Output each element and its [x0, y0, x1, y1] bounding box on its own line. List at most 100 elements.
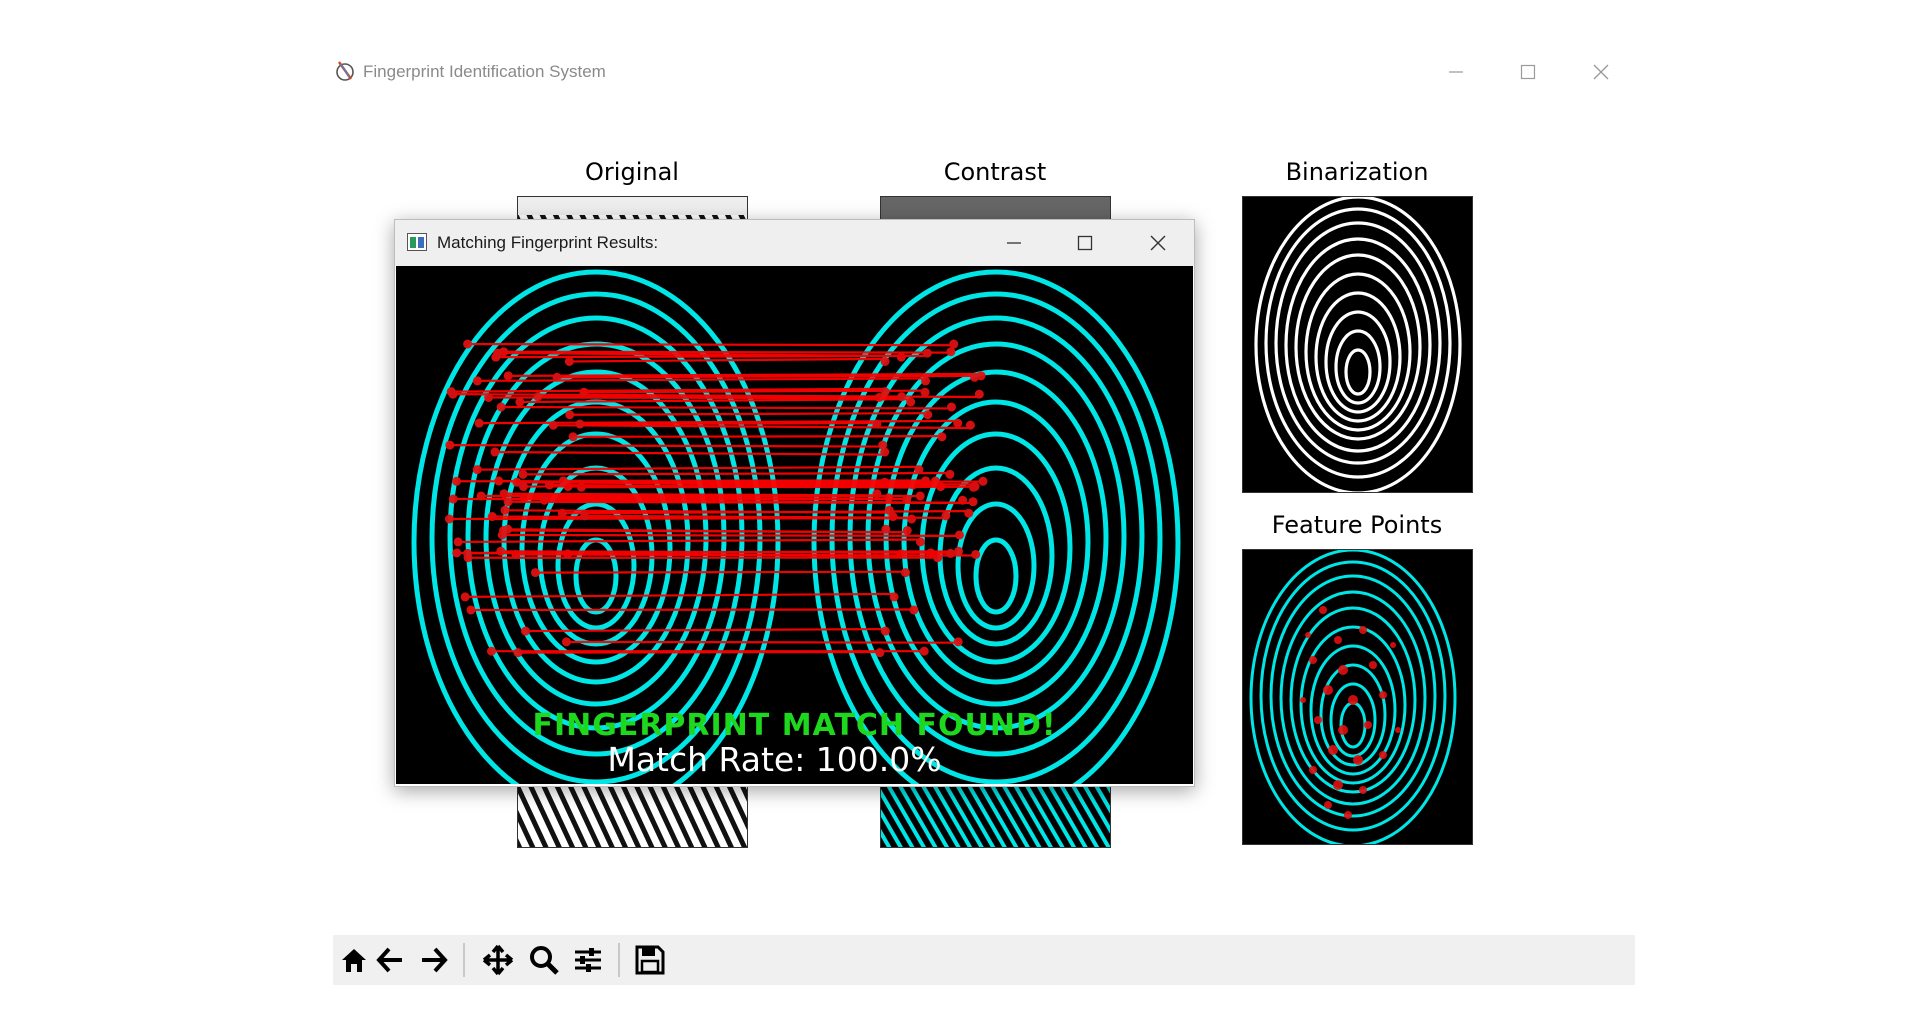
match-point — [920, 387, 930, 397]
match-point — [914, 465, 924, 475]
subplot-title-original: Original — [585, 158, 679, 186]
match-line — [467, 342, 954, 347]
match-point — [460, 592, 470, 602]
match-point — [474, 418, 484, 428]
match-point — [493, 348, 503, 358]
back-button[interactable] — [369, 940, 411, 980]
match-point — [452, 548, 462, 558]
match-point — [937, 432, 947, 442]
minimize-button[interactable] — [1426, 54, 1486, 90]
match-point — [872, 419, 882, 429]
match-point — [906, 397, 916, 407]
match-point — [884, 505, 894, 515]
match-point — [564, 356, 574, 366]
pan-button[interactable] — [477, 940, 519, 980]
match-point — [945, 548, 955, 558]
toolbar-separator — [618, 943, 620, 977]
save-button[interactable] — [629, 940, 671, 980]
match-point — [503, 524, 513, 534]
title-bar[interactable]: Fingerprint Identification System — [333, 52, 1635, 92]
popup-close-button[interactable] — [1128, 224, 1188, 262]
match-point — [968, 497, 978, 507]
match-point — [552, 372, 562, 382]
match-point — [970, 482, 980, 492]
configure-subplots-icon — [575, 948, 601, 972]
match-line — [579, 422, 877, 426]
minimize-icon — [1007, 242, 1021, 244]
match-line — [573, 435, 942, 438]
popup-minimize-button[interactable] — [984, 224, 1044, 262]
match-point — [445, 440, 455, 450]
match-point — [513, 648, 523, 658]
navigation-toolbar — [333, 935, 1635, 985]
match-status-text: FINGERPRINT MATCH FOUND! — [532, 708, 1057, 743]
close-icon — [1150, 235, 1166, 251]
match-point — [486, 646, 496, 656]
match-line — [523, 471, 950, 476]
matching-results-window: Matching Fingerprint Results: FINGERPRIN… — [394, 219, 1195, 787]
match-line — [535, 570, 906, 574]
match-point — [453, 537, 463, 547]
match-point — [900, 568, 910, 578]
match-point — [472, 376, 482, 386]
match-point — [949, 339, 959, 349]
match-line — [502, 533, 960, 537]
match-point — [954, 530, 964, 540]
save-icon — [635, 945, 665, 975]
matching-result-image: FINGERPRINT MATCH FOUND! Match Rate: 100… — [396, 266, 1193, 784]
match-point — [974, 389, 984, 399]
match-point — [881, 524, 891, 534]
match-point — [521, 626, 531, 636]
popup-title: Matching Fingerprint Results: — [437, 233, 659, 252]
match-point — [880, 626, 890, 636]
match-point — [907, 514, 917, 524]
match-line — [515, 553, 976, 557]
configure-subplots-button[interactable] — [567, 940, 609, 980]
close-icon — [1593, 64, 1609, 80]
window-title: Fingerprint Identification System — [363, 62, 606, 81]
minimize-icon — [1449, 71, 1463, 73]
pan-icon — [482, 944, 514, 976]
match-point — [880, 356, 890, 366]
match-point — [919, 646, 929, 656]
match-point — [463, 339, 473, 349]
match-point — [561, 637, 571, 647]
maximize-icon — [1520, 64, 1536, 80]
match-point — [946, 402, 956, 412]
forward-arrow-icon — [422, 947, 448, 973]
binarization-fingerprint-image — [1242, 196, 1473, 493]
match-point — [954, 546, 964, 556]
match-point — [953, 637, 963, 647]
subplot-title-binarization: Binarization — [1285, 158, 1429, 186]
home-icon — [342, 949, 366, 972]
match-point — [503, 371, 513, 381]
match-point — [896, 352, 906, 362]
match-point — [964, 508, 974, 518]
match-line — [566, 640, 959, 644]
match-point — [568, 432, 578, 442]
app-feather-icon — [336, 61, 354, 81]
match-point — [466, 605, 476, 615]
match-point — [579, 387, 589, 397]
match-point — [953, 418, 963, 428]
match-rate-text: Match Rate: 100.0% — [607, 740, 942, 779]
close-button[interactable] — [1571, 54, 1631, 90]
match-point — [496, 402, 506, 412]
feature-points-image — [1242, 549, 1473, 845]
match-point — [580, 511, 590, 521]
match-point — [965, 420, 975, 430]
match-point — [472, 465, 482, 475]
maximize-button[interactable] — [1498, 54, 1558, 90]
match-point — [915, 491, 925, 501]
forward-button[interactable] — [413, 940, 455, 980]
match-point — [452, 476, 462, 486]
popup-maximize-button[interactable] — [1055, 224, 1115, 262]
match-point — [922, 348, 932, 358]
popup-title-bar[interactable]: Matching Fingerprint Results: — [395, 220, 1194, 266]
match-point — [878, 440, 888, 450]
match-point — [884, 493, 894, 503]
match-point — [946, 347, 956, 357]
match-point — [971, 549, 981, 559]
match-point — [575, 419, 585, 429]
zoom-button[interactable] — [523, 940, 565, 980]
